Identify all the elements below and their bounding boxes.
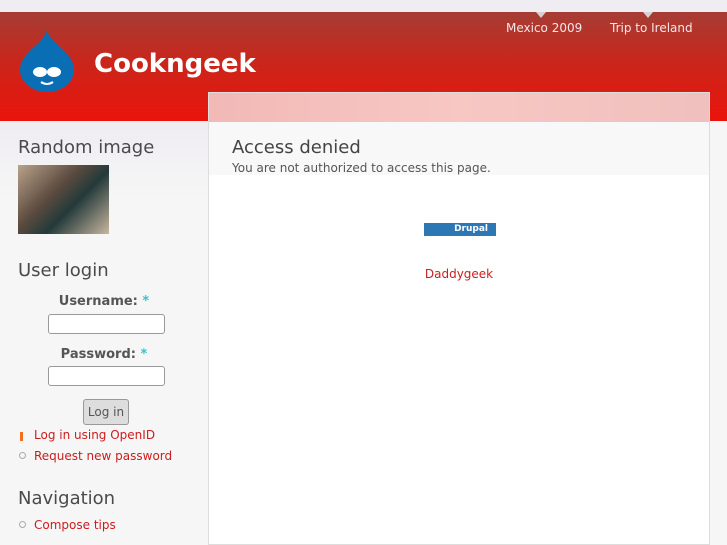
sidebar: Random image User login Username: * Pass… xyxy=(0,121,208,545)
drupal-logo-icon[interactable] xyxy=(20,30,74,92)
primary-link-mexico[interactable]: Mexico 2009 xyxy=(506,21,582,35)
compose-tips-link[interactable]: Compose tips xyxy=(34,518,116,532)
footer-link[interactable]: Daddygeek xyxy=(209,267,709,281)
menu-marker-icon xyxy=(643,12,653,18)
navigation-title: Navigation xyxy=(18,488,116,509)
bullet-icon xyxy=(19,452,26,459)
username-input[interactable] xyxy=(48,314,165,334)
main-content: Access denied You are not authorized to a… xyxy=(208,92,710,545)
openid-icon xyxy=(20,432,30,441)
username-label: Username: * xyxy=(58,294,150,309)
password-input[interactable] xyxy=(48,366,165,386)
login-button[interactable]: Log in xyxy=(83,399,129,425)
site-name[interactable]: Cookngeek xyxy=(94,49,256,79)
random-image-title: Random image xyxy=(18,137,155,158)
openid-link[interactable]: Log in using OpenID xyxy=(34,428,155,442)
password-label: Password: * xyxy=(60,347,148,362)
user-login-title: User login xyxy=(18,260,109,281)
powered-by-drupal-badge[interactable]: Drupal xyxy=(424,223,496,236)
content-header xyxy=(209,93,709,122)
menu-marker-icon xyxy=(536,12,546,18)
primary-link-ireland[interactable]: Trip to Ireland xyxy=(610,21,693,35)
random-image[interactable] xyxy=(18,165,109,234)
message: You are not authorized to access this pa… xyxy=(232,161,491,175)
top-bar xyxy=(0,0,727,12)
bullet-icon xyxy=(19,521,26,528)
request-password-link[interactable]: Request new password xyxy=(34,449,172,463)
page-title: Access denied xyxy=(232,137,361,158)
